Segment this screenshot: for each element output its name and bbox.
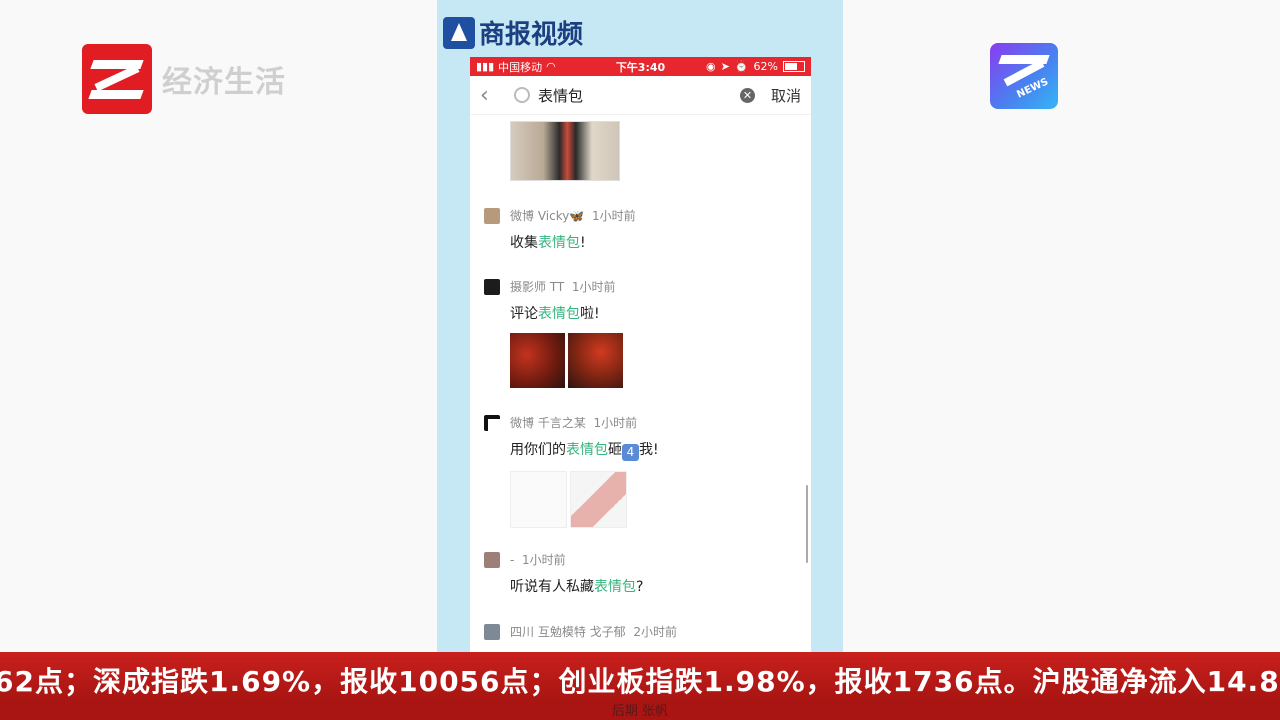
broadcast-frame: 经济生活 NEWS 商报视频 ▮▮▮ 中国移动 ◠ 下午3:40 ◉ ➤ ⏰ 6… — [0, 0, 1280, 720]
post-image[interactable] — [510, 471, 567, 528]
post-source: 微博 — [510, 209, 535, 223]
post-text: 听说有人私藏表情包? — [510, 579, 644, 595]
post-time: 1小时前 — [593, 416, 638, 430]
cancel-button[interactable]: 取消 — [771, 85, 801, 106]
status-time: 下午3:40 — [615, 60, 666, 74]
credit-strip: 后期 张帆 — [0, 700, 1280, 720]
battery-icon — [783, 61, 805, 72]
post-image[interactable] — [568, 333, 623, 388]
post-time: 2小时前 — [633, 625, 677, 639]
post-user[interactable]: Vicky🦋 — [538, 209, 584, 223]
channel-name: 经济生活 — [162, 65, 286, 100]
post-image[interactable] — [570, 471, 627, 528]
keyword-highlight: 表情包 — [538, 306, 580, 322]
avatar[interactable] — [484, 623, 500, 640]
search-icon — [514, 87, 530, 103]
status-bar: ▮▮▮ 中国移动 ◠ 下午3:40 ◉ ➤ ⏰ 62% — [470, 57, 811, 76]
post-text: 用你们的表情包砸 4 我! — [510, 442, 659, 461]
news-logo-tag: NEWS — [1015, 76, 1051, 101]
post-source: 微博 — [510, 416, 535, 430]
list-item[interactable]: 微博 千言之某 1小时前 用你们的表情包砸 4 我! — [484, 414, 811, 528]
list-item[interactable]: 四川 互勉模特 戈子郁 2小时前 — [484, 623, 811, 640]
brand-logo: 商报视频 — [443, 14, 583, 51]
list-item[interactable]: 微博 Vicky🦋 1小时前 收集表情包! — [484, 207, 811, 252]
search-input[interactable]: 表情包 — [538, 85, 583, 106]
post-user[interactable]: - — [510, 553, 514, 567]
news-ticker: 62点；深成指跌1.69%，报收10056点；创业板指跌1.98%，报收1736… — [0, 652, 1280, 700]
post-image[interactable] — [510, 121, 620, 181]
avatar[interactable] — [484, 278, 500, 295]
credit-text: 后期 张帆 — [611, 704, 669, 719]
post-time: 1小时前 — [591, 209, 636, 223]
list-item[interactable]: 摄影师 TT 1小时前 评论表情包啦! — [484, 278, 811, 388]
post-images — [510, 471, 811, 528]
keyword-highlight: 表情包 — [538, 235, 580, 251]
avatar[interactable] — [484, 551, 500, 568]
avatar[interactable] — [484, 207, 500, 224]
post-source: 四川 — [510, 625, 535, 639]
post-image[interactable] — [510, 333, 565, 388]
number-four-emoji-icon: 4 — [622, 444, 639, 461]
keyword-highlight: 表情包 — [566, 442, 608, 458]
post-text: 评论表情包啦! — [510, 306, 600, 322]
post-user[interactable]: 摄影师 TT — [510, 278, 564, 295]
phone-screen: ▮▮▮ 中国移动 ◠ 下午3:40 ◉ ➤ ⏰ 62% ‹ 表情包 ✕ 取消 微… — [470, 57, 811, 652]
ticker-text: 62点；深成指跌1.69%，报收10056点；创业板指跌1.98%，报收1736… — [0, 665, 1280, 698]
scrollbar[interactable] — [806, 485, 808, 563]
news-logo-icon: NEWS — [990, 43, 1058, 109]
list-item[interactable]: - 1小时前 听说有人私藏表情包? — [484, 551, 811, 596]
post-user[interactable]: 互勉模特 戈子郁 — [538, 623, 626, 640]
avatar[interactable] — [484, 414, 500, 431]
keyword-highlight: 表情包 — [594, 579, 636, 595]
search-bar: ‹ 表情包 ✕ 取消 — [470, 76, 811, 115]
post-time: 1小时前 — [571, 280, 616, 294]
channel-logo: 经济生活 — [82, 44, 286, 114]
zjtv-logo-icon — [82, 44, 152, 114]
post-time: 1小时前 — [521, 553, 566, 567]
back-icon[interactable]: ‹ — [480, 83, 500, 108]
post-user[interactable]: 千言之某 — [538, 414, 586, 431]
clear-icon[interactable]: ✕ — [739, 87, 755, 103]
post-text: 收集表情包! — [510, 235, 586, 251]
brand-mark-icon — [443, 16, 475, 49]
brand-name: 商报视频 — [479, 20, 584, 50]
post-images — [510, 333, 811, 388]
video-frame: 商报视频 ▮▮▮ 中国移动 ◠ 下午3:40 ◉ ➤ ⏰ 62% ‹ 表情包 ✕… — [437, 0, 843, 652]
